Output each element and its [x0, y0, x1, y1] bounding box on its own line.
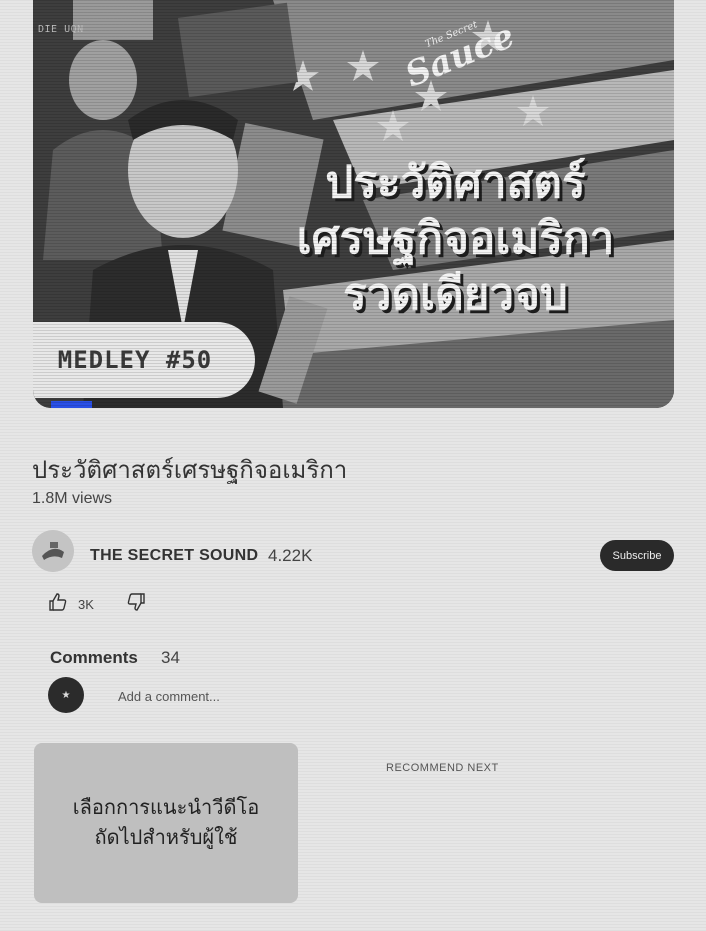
video-thumbnail[interactable]: DIE UQN The Secret Sauce ประวัติศาสตร์ เ…	[33, 0, 674, 408]
view-count: 1.8M views	[32, 490, 113, 507]
recommend-box-line-2: ถัดไปสำหรับผู้ใช้	[94, 827, 238, 849]
add-comment-input[interactable]	[118, 683, 418, 709]
video-title: ประวัติศาสตร์เศรษฐกิจอเมริกา	[32, 457, 348, 484]
headline-line-2: เศรษฐกิจอเมริกา	[296, 213, 615, 264]
subscriber-count: 4.22K	[268, 546, 313, 565]
medley-badge: MEDLEY #50	[33, 322, 255, 398]
watch-progress-bar	[51, 401, 92, 408]
thumb-down-icon	[126, 593, 146, 616]
thumbnail-corner-text: DIE UQN	[38, 24, 84, 35]
subscribe-button[interactable]: Subscribe	[600, 540, 674, 571]
headline-line-1: ประวัติศาสตร์	[325, 157, 586, 208]
thumb-up-icon	[48, 592, 68, 617]
channel-avatar-icon	[32, 530, 74, 572]
like-count: 3K	[78, 597, 94, 612]
recommend-box-line-1: เลือกการแนะนำวีดีโอ	[72, 797, 260, 819]
channel-avatar[interactable]	[32, 530, 74, 572]
user-avatar: ★	[48, 677, 84, 713]
recommend-next-label: RECOMMEND NEXT	[386, 762, 499, 774]
star-icon: ★	[61, 689, 71, 701]
channel-name[interactable]: THE SECRET SOUND	[90, 547, 258, 565]
comments-label: Comments	[50, 648, 138, 667]
headline-line-3: รวดเดียวจบ	[343, 269, 568, 320]
like-button[interactable]: 3K	[48, 592, 94, 617]
dislike-button[interactable]	[126, 592, 146, 617]
comments-count: 34	[161, 648, 180, 667]
thumbnail-headline: ประวัติศาสตร์ เศรษฐกิจอเมริกา รวดเดียวจบ	[258, 155, 653, 323]
recommend-next-selector[interactable]: เลือกการแนะนำวีดีโอ ถัดไปสำหรับผู้ใช้	[34, 743, 298, 903]
